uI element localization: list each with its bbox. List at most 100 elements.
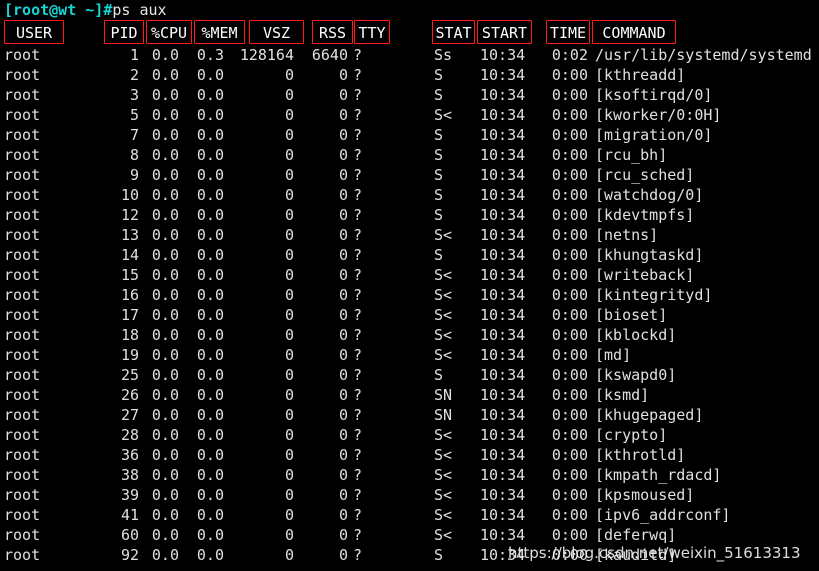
cell-pid: 9 [129,166,139,184]
table-row: root 15 0.0 0.0 0 0? S< 10:34 0:00 [writeback] [0,265,819,285]
cell-user: root [4,146,41,164]
cell-tty: ? [353,486,363,504]
shell-command: ps aux [112,1,167,19]
cell-tty: ? [353,66,363,84]
cell-command: [kauditd] [595,546,677,564]
cell-rss: 0 [338,186,348,204]
cell-tty: ? [353,406,363,424]
cell-time: 0:00 [551,406,588,424]
cell-mem: 0.0 [196,386,224,404]
cell-time: 0:00 [551,366,588,384]
cell-tty: ? [353,526,363,544]
cell-user: root [4,486,41,504]
cell-cpu: 0.0 [151,446,179,464]
cell-cpu: 0.0 [151,366,179,384]
cell-cpu: 0.0 [151,186,179,204]
cell-cpu: 0.0 [151,66,179,84]
cell-mem: 0.0 [196,406,224,424]
cell-time: 0:00 [551,426,588,444]
cell-start: 10:34 [480,246,526,264]
table-row: root 3 0.0 0.0 0 0? S 10:34 0:00 [ksoftirqd/0] [0,85,819,105]
cell-cpu: 0.0 [151,206,179,224]
cell-cpu: 0.0 [151,106,179,124]
cell-vsz: 0 [284,466,294,484]
table-row: root 92 0.0 0.0 0 0? S 10:34 0:00 [kauditd] [0,545,819,565]
cell-start: 10:34 [480,86,526,104]
cell-time: 0:00 [551,346,588,364]
cell-tty: ? [353,506,363,524]
cell-start: 10:34 [480,266,526,284]
cell-vsz: 0 [284,286,294,304]
cell-cpu: 0.0 [151,286,179,304]
cell-pid: 41 [120,506,139,524]
column-header-start: START [477,20,532,44]
cell-pid: 15 [120,266,139,284]
cell-start: 10:34 [480,386,526,404]
cell-pid: 39 [120,486,139,504]
cell-stat: S [434,166,444,184]
cell-rss: 0 [338,466,348,484]
cell-pid: 18 [120,326,139,344]
cell-cpu: 0.0 [151,326,179,344]
cell-vsz: 0 [284,126,294,144]
cell-user: root [4,346,41,364]
cell-user: root [4,266,41,284]
cell-pid: 1 [129,46,139,64]
cell-stat: S [434,246,444,264]
cell-stat: S [434,86,444,104]
cell-pid: 16 [120,286,139,304]
cell-cpu: 0.0 [151,546,179,564]
cell-stat: S [434,66,444,84]
cell-pid: 28 [120,426,139,444]
cell-command: [kblockd] [595,326,677,344]
cell-rss: 0 [338,66,348,84]
cell-cpu: 0.0 [151,506,179,524]
shell-prompt-line: [root@wt ~]#ps aux [4,1,167,20]
cell-time: 0:00 [551,146,588,164]
cell-time: 0:00 [551,506,588,524]
column-header-cpu: %CPU [146,20,192,44]
cell-command: [khungtaskd] [595,246,704,264]
cell-tty: ? [353,186,363,204]
cell-pid: 5 [129,106,139,124]
cell-mem: 0.0 [196,526,224,544]
cell-command: [kintegrityd] [595,286,713,304]
cell-tty: ? [353,466,363,484]
cell-command: [kdevtmpfs] [595,206,695,224]
cell-command: [ipv6_addrconf] [595,506,731,524]
cell-start: 10:34 [480,506,526,524]
cell-start: 10:34 [480,426,526,444]
cell-time: 0:00 [551,106,588,124]
terminal-window[interactable]: [root@wt ~]#ps aux USER PID %CPU %MEM VSZ RSS… [0,0,819,571]
cell-stat: S< [434,306,453,324]
cell-user: root [4,386,41,404]
cell-cpu: 0.0 [151,386,179,404]
cell-pid: 2 [129,66,139,84]
cell-start: 10:34 [480,546,526,564]
cell-tty: ? [353,166,363,184]
cell-rss: 0 [338,526,348,544]
table-row: root 7 0.0 0.0 0 0? S 10:34 0:00 [migration/0] [0,125,819,145]
cell-user: root [4,446,41,464]
cell-mem: 0.0 [196,346,224,364]
cell-vsz: 0 [284,166,294,184]
cell-vsz: 0 [284,506,294,524]
cell-time: 0:00 [551,446,588,464]
cell-mem: 0.0 [196,326,224,344]
table-row: root 19 0.0 0.0 0 0? S< 10:34 0:00 [md] [0,345,819,365]
cell-vsz: 0 [284,86,294,104]
cell-vsz: 0 [284,546,294,564]
cell-command: [kthrotld] [595,446,686,464]
cell-cpu: 0.0 [151,486,179,504]
cell-tty: ? [353,46,363,64]
table-row: root 12 0.0 0.0 0 0? S 10:34 0:00 [kdevtmpfs] [0,205,819,225]
cell-user: root [4,366,41,384]
cell-start: 10:34 [480,286,526,304]
cell-user: root [4,306,41,324]
cell-user: root [4,46,41,64]
cell-time: 0:00 [551,326,588,344]
cell-vsz: 128164 [239,46,294,64]
table-row: root 16 0.0 0.0 0 0? S< 10:34 0:00 [kintegrityd] [0,285,819,305]
cell-rss: 0 [338,86,348,104]
cell-user: root [4,326,41,344]
